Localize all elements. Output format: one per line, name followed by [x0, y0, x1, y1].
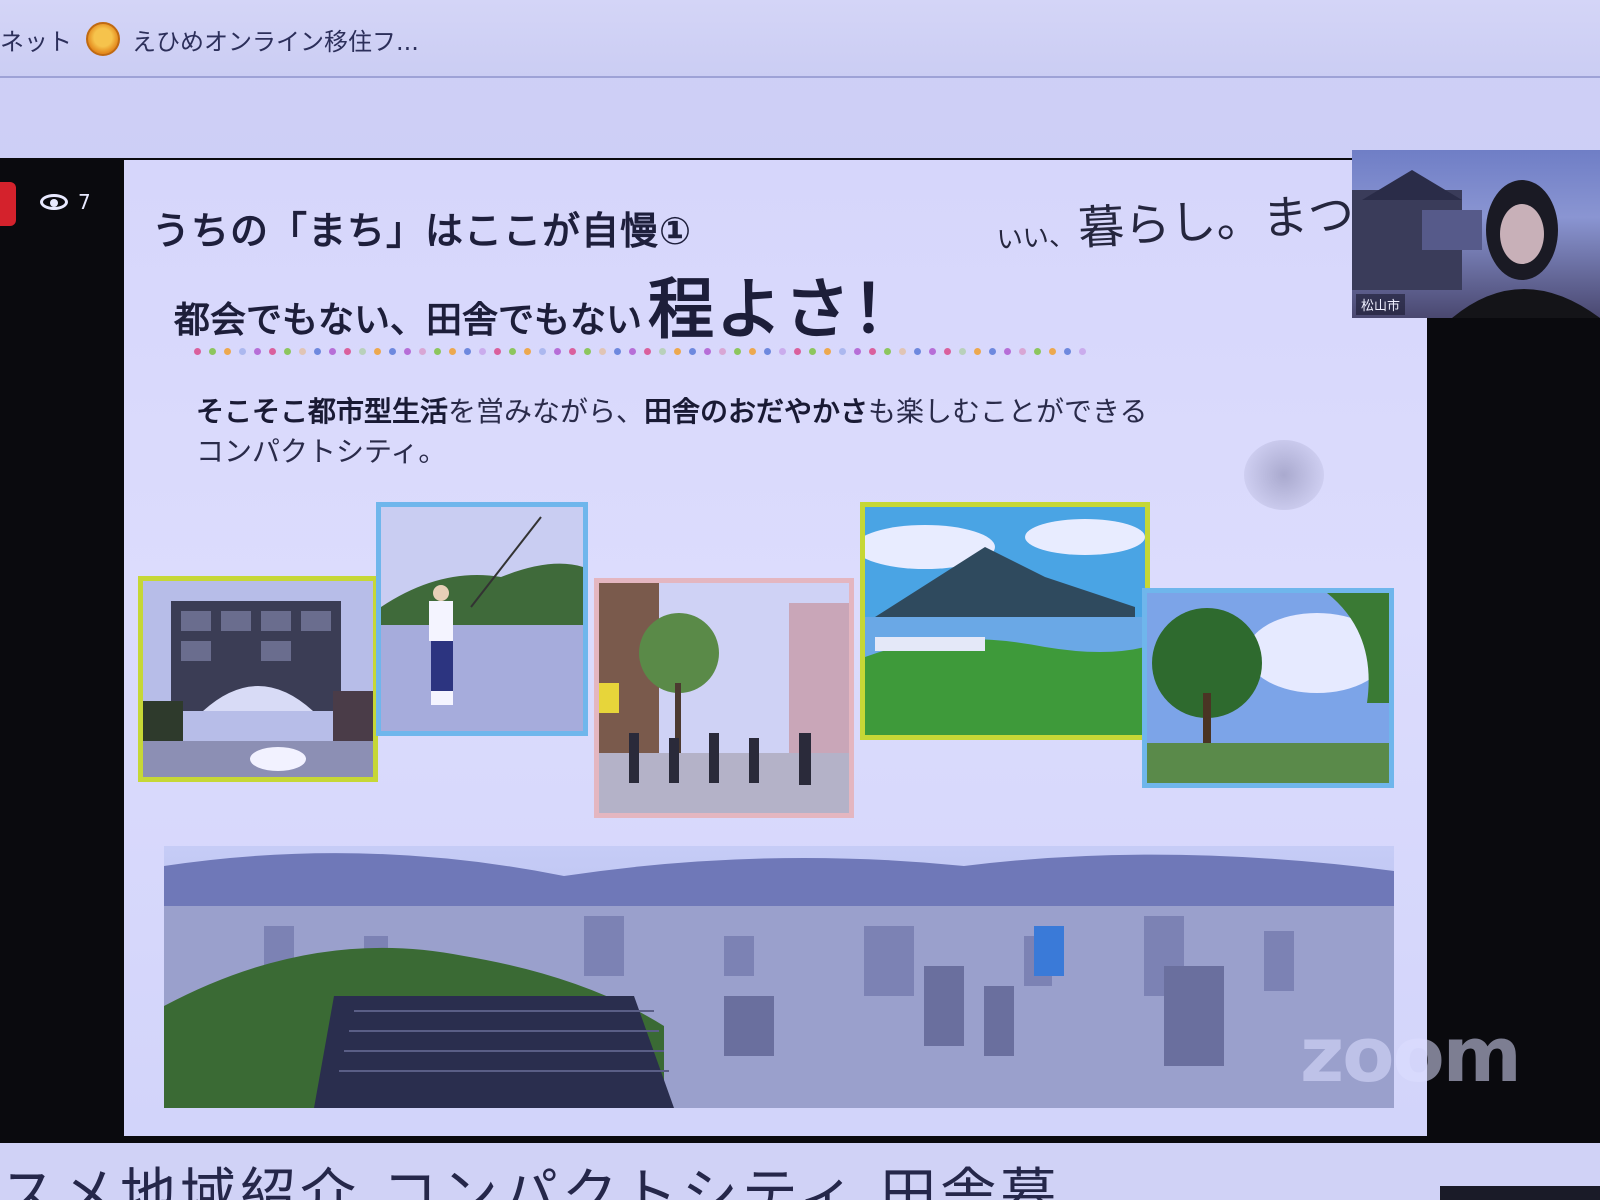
divider-dot: [734, 348, 741, 355]
divider-dot: [419, 348, 426, 355]
photo-street: [594, 578, 854, 818]
divider-dot: [404, 348, 411, 355]
divider-dot: [839, 348, 846, 355]
divider-dot: [749, 348, 756, 355]
divider-dot: [809, 348, 816, 355]
divider-dot: [704, 348, 711, 355]
screen-smudge: [1244, 440, 1324, 510]
divider-dot: [269, 348, 276, 355]
divider-dot: [389, 348, 396, 355]
divider-dot: [284, 348, 291, 355]
divider-dot: [824, 348, 831, 355]
divider-dot: [494, 348, 501, 355]
divider-dot: [584, 348, 591, 355]
webcam-name-label: 松山市: [1356, 294, 1406, 315]
divider-dot: [1034, 348, 1041, 355]
body-line-2: コンパクトシティ。: [196, 435, 447, 468]
divider-dot: [224, 348, 231, 355]
divider-dot: [434, 348, 441, 355]
divider-dot: [239, 348, 246, 355]
bookmark-item-ehime[interactable]: えひめオンライン移住フ...: [86, 20, 419, 58]
slide-title: うちの「まち」はここが自慢①: [152, 209, 693, 253]
divider-dot: [209, 348, 216, 355]
photo-fishing: [376, 502, 588, 736]
divider-dot: [659, 348, 666, 355]
divider-dot: [869, 348, 876, 355]
divider-dot: [914, 348, 921, 355]
dotted-divider: [194, 346, 1114, 358]
body-bold-1: そこそこ都市型生活: [196, 395, 449, 428]
photo-arcade: [138, 576, 378, 782]
divider-dot: [899, 348, 906, 355]
page-bottom-element: [1440, 1186, 1600, 1200]
divider-dot: [554, 348, 561, 355]
brand-small-text: いい、: [996, 221, 1076, 256]
divider-dot: [1079, 348, 1086, 355]
divider-dot: [794, 348, 801, 355]
divider-dot: [719, 348, 726, 355]
divider-dot: [974, 348, 981, 355]
divider-dot: [449, 348, 456, 355]
divider-dot: [539, 348, 546, 355]
divider-dot: [884, 348, 891, 355]
bookmark-label: ネット: [0, 27, 72, 56]
divider-dot: [644, 348, 651, 355]
divider-dot: [764, 348, 771, 355]
photo-mountain-coast: [860, 502, 1150, 740]
orange-favicon-icon: [86, 22, 120, 56]
shared-slide: うちの「まち」はここが自慢① 都会でもない、田舎でもない 程よさ！ いい、 暮ら…: [124, 160, 1427, 1136]
body-line-1: そこそこ都市型生活を営みながら、田舎のおだやかさも楽しむことができる: [196, 392, 1316, 432]
divider-dot: [344, 348, 351, 355]
divider-dot: [524, 348, 531, 355]
body-bold-2: 田舎のおだやかさ: [644, 395, 869, 428]
divider-dot: [629, 348, 636, 355]
divider-dot: [614, 348, 621, 355]
divider-dot: [989, 348, 996, 355]
divider-dot: [194, 348, 201, 355]
slide-body-text: そこそこ都市型生活を営みながら、田舎のおだやかさも楽しむことができる コンパクト…: [196, 392, 1316, 472]
eye-icon: [40, 194, 68, 210]
bookmark-label: えひめオンライン移住フ...: [132, 27, 419, 56]
divider-dot: [779, 348, 786, 355]
divider-dot: [374, 348, 381, 355]
divider-dot: [929, 348, 936, 355]
divider-dot: [1064, 348, 1071, 355]
photo-city-panorama: [164, 846, 1394, 1108]
divider-dot: [689, 348, 696, 355]
divider-dot: [479, 348, 486, 355]
bookmarks-bar: ネット えひめオンライン移住フ...: [0, 0, 1600, 78]
body-text-1: を営みながら、: [448, 395, 645, 428]
divider-dot: [944, 348, 951, 355]
brand-logo: いい、 暮らし。まつや: [995, 175, 1402, 262]
divider-dot: [1049, 348, 1056, 355]
screenshot: ネット えひめオンライン移住フ... 7 うちの「まち」はここが自慢① 都会でも…: [0, 0, 1600, 1200]
divider-dot: [599, 348, 606, 355]
divider-dot: [674, 348, 681, 355]
bookmark-item-net[interactable]: ネット: [0, 20, 72, 58]
page-heading-partial: スメ地域紹介 コンパクトシティ 田舎暮: [0, 1163, 1061, 1200]
divider-dot: [299, 348, 306, 355]
divider-dot: [359, 348, 366, 355]
divider-dot: [569, 348, 576, 355]
body-text-2: も楽しむことができる: [868, 395, 1148, 428]
divider-dot: [1019, 348, 1026, 355]
divider-dot: [314, 348, 321, 355]
divider-dot: [854, 348, 861, 355]
divider-dot: [464, 348, 471, 355]
zoom-watermark: zoom: [1300, 1010, 1522, 1099]
viewer-count-value: 7: [78, 190, 91, 214]
photo-trees: [1142, 588, 1394, 788]
divider-dot: [254, 348, 261, 355]
divider-dot: [959, 348, 966, 355]
viewer-count: 7: [40, 190, 91, 214]
divider-dot: [1004, 348, 1011, 355]
divider-dot: [329, 348, 336, 355]
webcam-video: [1352, 150, 1600, 318]
live-indicator: [0, 182, 16, 226]
divider-dot: [509, 348, 516, 355]
subtitle-prefix: 都会でもない、田舎でもない: [174, 300, 643, 341]
slide-subtitle: 都会でもない、田舎でもない 程よさ！: [174, 256, 920, 352]
subtitle-emphasis: 程よさ！: [648, 271, 921, 348]
